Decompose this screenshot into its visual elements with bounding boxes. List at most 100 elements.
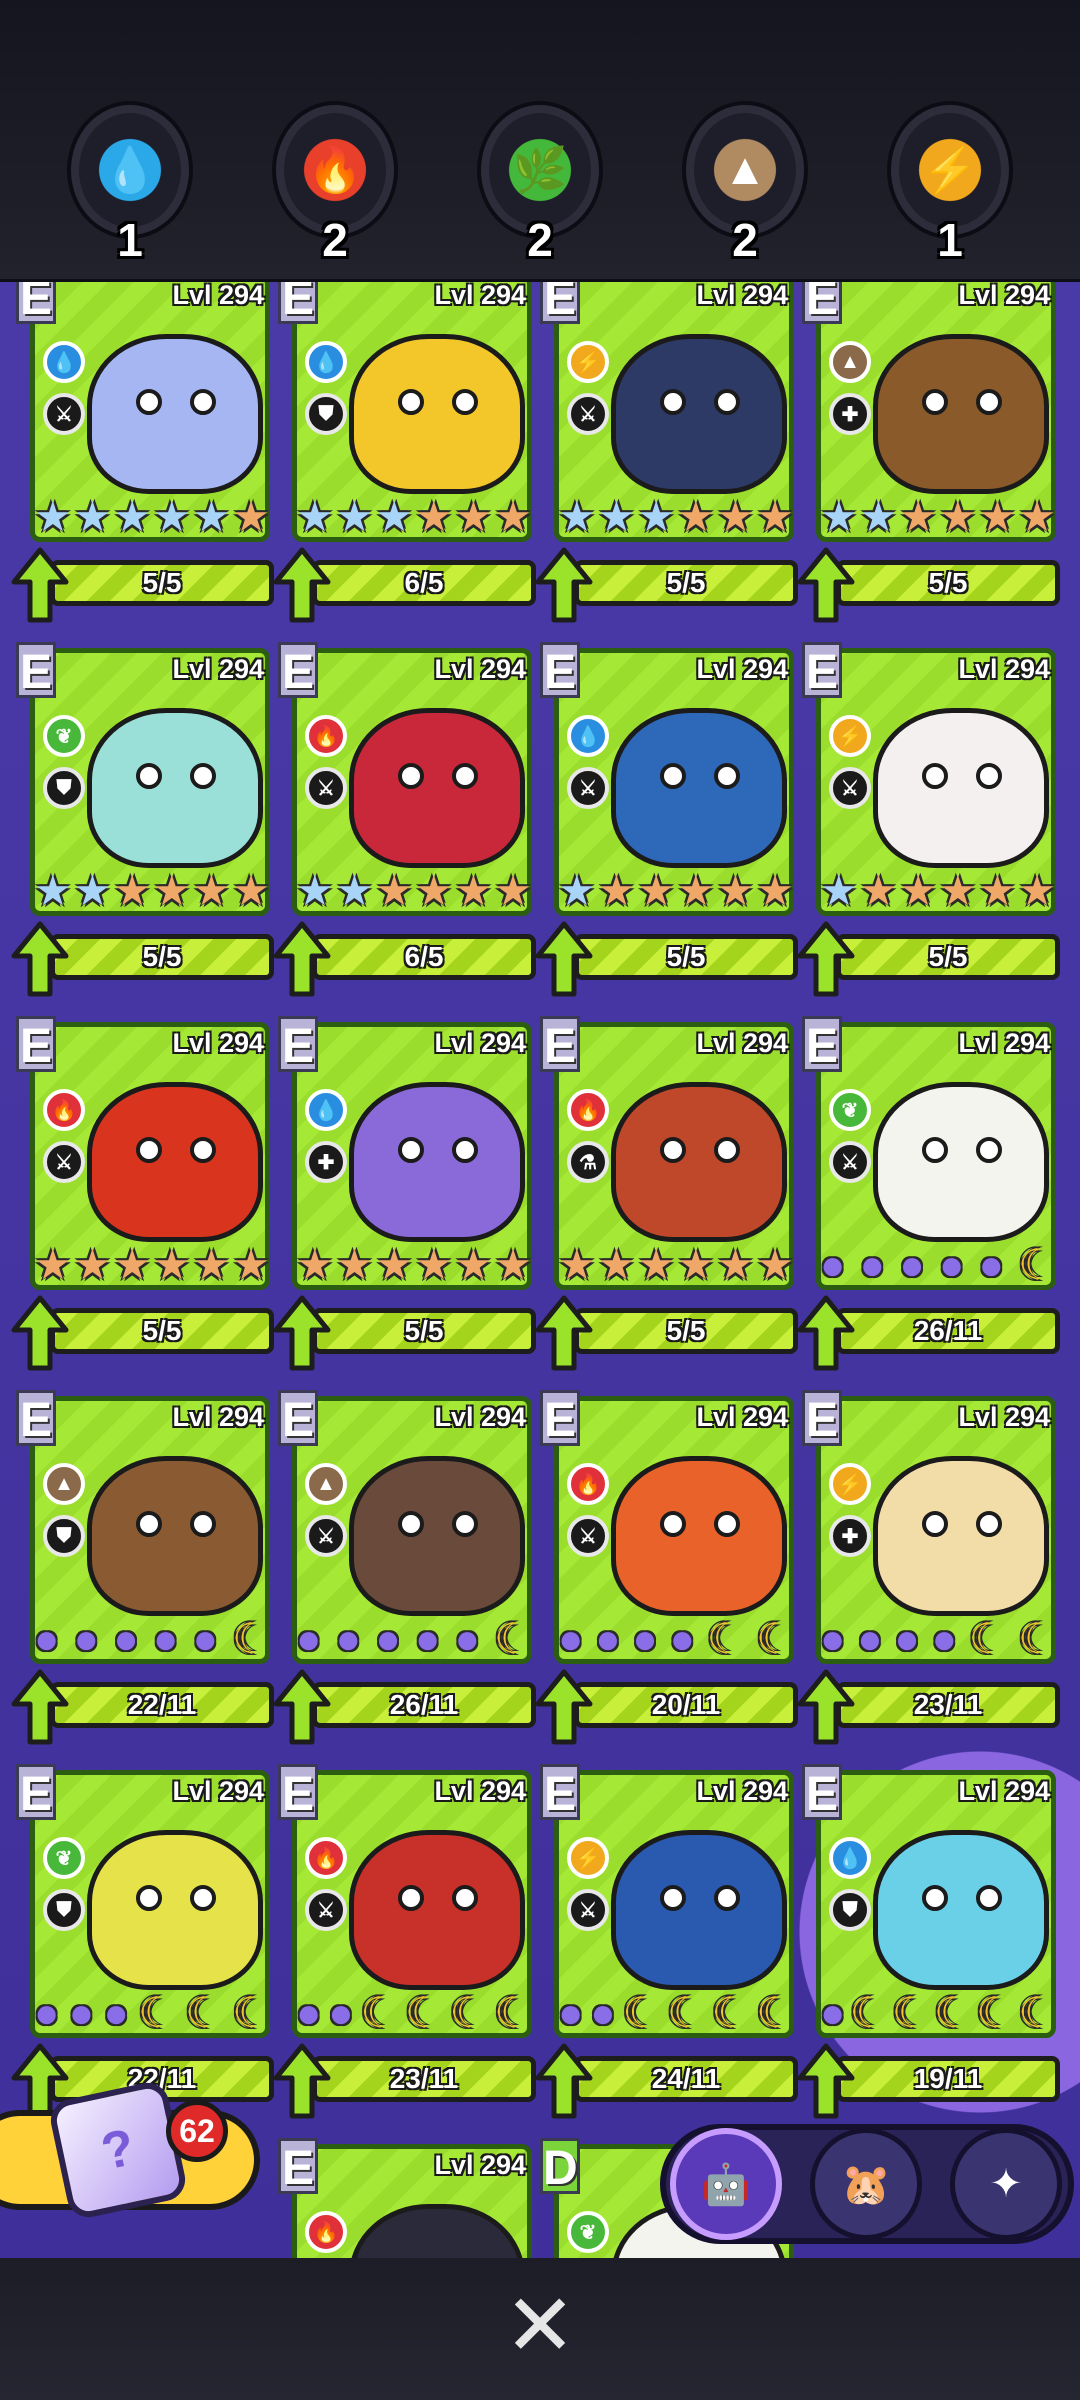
upgrade-arrow-icon[interactable] xyxy=(10,1668,70,1746)
attack-role-icon: ⚔ xyxy=(567,393,609,435)
element-count: 2 xyxy=(527,214,553,266)
rank-badge: E xyxy=(16,1016,56,1073)
upgrade-arrow-icon[interactable] xyxy=(534,2042,594,2120)
creature-card[interactable]: ⚡ ⚔ E Lvl 294 ● ● ☾ ☾ ☾ ☾ 24/11 xyxy=(534,1764,798,2120)
close-button[interactable]: ✕ xyxy=(500,2283,580,2369)
creature-eye xyxy=(136,763,162,789)
star-icon: ★ xyxy=(73,1241,112,1288)
creature-portrait xyxy=(611,708,787,868)
creature-eye xyxy=(922,389,948,415)
upgrade-arrow-icon[interactable] xyxy=(272,1668,332,1746)
upgrade-arrow-icon[interactable] xyxy=(534,1668,594,1746)
star-rating: ● ● ● ☾ ☾ ☾ xyxy=(34,1990,270,2036)
level-label: Lvl 294 xyxy=(434,1402,526,1432)
upgrade-arrow-icon[interactable] xyxy=(10,1294,70,1372)
upgrade-arrow-icon[interactable] xyxy=(272,920,332,998)
rank-badge: E xyxy=(802,642,842,699)
star-icon: ★ xyxy=(34,493,72,540)
upgrade-arrow-icon[interactable] xyxy=(796,546,856,624)
star-icon: ★ xyxy=(938,867,977,914)
creature-card[interactable]: 💧 ⚔ E Lvl 294 ★ ★ ★ ★ ★ ★ 5/5 xyxy=(10,282,274,624)
star-icon: ★ xyxy=(637,1241,675,1288)
creature-card[interactable]: ⚡ ⚔ E Lvl 294 ★ ★ ★ ★ ★ ★ 5/5 xyxy=(796,642,1060,998)
star-icon: ☾ xyxy=(968,1615,1007,1662)
creature-card[interactable]: 🔥 ⚗ E Lvl 294 ★ ★ ★ ★ ★ ★ 5/5 xyxy=(534,1016,798,1372)
creature-eye xyxy=(398,1137,424,1163)
upgrade-arrow-icon[interactable] xyxy=(272,1294,332,1372)
upgrade-arrow-icon[interactable] xyxy=(10,546,70,624)
star-icon: ☾ xyxy=(449,1989,488,2036)
creature-card[interactable]: ▲ ⚔ E Lvl 294 ● ● ● ● ● ☾ 26/11 xyxy=(272,1390,536,1746)
upgrade-arrow-icon[interactable] xyxy=(534,1294,594,1372)
creature-card[interactable]: ⚡ ⚔ E Lvl 294 ★ ★ ★ ★ ★ ★ 5/5 xyxy=(534,282,798,624)
creature-card[interactable]: ❦ ⛊ E Lvl 294 ★ ★ ★ ★ ★ ★ 5/5 xyxy=(10,642,274,998)
attack-role-icon: ⚔ xyxy=(43,1141,85,1183)
star-icon: ☾ xyxy=(849,1989,888,2036)
star-icon: ● xyxy=(857,1615,883,1662)
pet-tab[interactable]: 🐹 xyxy=(810,2128,922,2240)
creature-card[interactable]: 💧 ⛊ E Lvl 294 ★ ★ ★ ★ ★ ★ 6/5 xyxy=(272,282,536,624)
star-icon: ★ xyxy=(192,867,231,914)
level-label: Lvl 294 xyxy=(172,1402,264,1432)
creature-card[interactable]: 🔥 ⚔ E Lvl 294 ★ ★ ★ ★ ★ ★ 5/5 xyxy=(10,1016,274,1372)
rank-badge: E xyxy=(540,1764,580,1821)
element-filter-fire[interactable]: 🔥 2 xyxy=(260,105,410,275)
star-rating: ● ● ● ● ☾ ☾ xyxy=(820,1616,1056,1662)
star-cat-tab[interactable]: ✦ xyxy=(950,2128,1062,2240)
star-icon: ● xyxy=(73,1615,100,1662)
creature-card[interactable]: 💧 ⚔ E Lvl 294 ★ ★ ★ ★ ★ ★ 5/5 xyxy=(534,642,798,998)
star-icon: ★ xyxy=(375,1241,413,1288)
upgrade-arrow-icon[interactable] xyxy=(534,546,594,624)
level-label: Lvl 294 xyxy=(958,282,1050,310)
star-icon: ☾ xyxy=(1018,1241,1056,1288)
star-rating: ★ ★ ★ ★ ★ ★ xyxy=(558,1242,794,1288)
upgrade-arrow-icon[interactable] xyxy=(796,1294,856,1372)
creature-card[interactable]: ⚡ ✚ E Lvl 294 ● ● ● ● ☾ ☾ 23/11 xyxy=(796,1390,1060,1746)
level-label: Lvl 294 xyxy=(434,2150,526,2180)
attack-role-icon: ⚔ xyxy=(829,767,871,809)
creature-card[interactable]: 🔥 E Lvl 294 xyxy=(272,2138,534,2258)
level-label: Lvl 294 xyxy=(172,1776,264,1806)
upgrade-arrow-icon[interactable] xyxy=(796,1668,856,1746)
support-role-icon: ✚ xyxy=(829,1515,871,1557)
upgrade-arrow-icon[interactable] xyxy=(10,920,70,998)
star-icon: ★ xyxy=(637,867,675,914)
creature-card[interactable]: 💧 ⛊ E Lvl 294 ● ☾ ☾ ☾ ☾ ☾ 19/11 xyxy=(796,1764,1060,2120)
star-icon: ★ xyxy=(716,1241,755,1288)
star-icon: ● xyxy=(113,1615,139,1662)
creature-grid[interactable]: 💧 ⚔ E Lvl 294 ★ ★ ★ ★ ★ ★ 5/5 💧 ⛊ E Lvl 294 ★ ★ ★ ★ ★ ★ 6/5 ⚡ ⚔… xyxy=(0,282,1080,2258)
star-icon: ● xyxy=(296,1989,322,2036)
creature-card[interactable]: 🔥 ⚔ E Lvl 294 ● ● ● ● ☾ ☾ 20/11 xyxy=(534,1390,798,1746)
creature-eye xyxy=(976,1511,1002,1537)
mystery-dice-icon[interactable]: ? xyxy=(46,2078,190,2222)
creature-card[interactable]: ▲ ✚ E Lvl 294 ★ ★ ★ ★ ★ ★ 5/5 xyxy=(796,282,1060,624)
element-filter-water[interactable]: 💧 1 xyxy=(55,105,205,275)
rank-badge: E xyxy=(278,282,318,325)
upgrade-arrow-icon[interactable] xyxy=(272,2042,332,2120)
creature-card[interactable]: 💧 ✚ E Lvl 294 ★ ★ ★ ★ ★ ★ 5/5 xyxy=(272,1016,536,1372)
creature-card[interactable]: ❦ ⚔ E Lvl 294 ● ● ● ● ● ☾ 26/11 xyxy=(796,1016,1060,1372)
rank-badge: E xyxy=(278,2138,318,2195)
creature-eye xyxy=(452,1137,478,1163)
creature-card[interactable]: ▲ ⛊ E Lvl 294 ● ● ● ● ● ☾ 22/11 xyxy=(10,1390,274,1746)
upgrade-arrow-icon[interactable] xyxy=(272,546,332,624)
magic-role-icon: ⚗ xyxy=(567,1141,609,1183)
rank-badge: E xyxy=(278,1764,318,1821)
element-filter-electric[interactable]: ⚡ 1 xyxy=(875,105,1025,275)
star-rating: ★ ★ ★ ★ ★ ★ xyxy=(34,868,270,914)
level-label: Lvl 294 xyxy=(958,654,1050,684)
cat-robot-tab[interactable]: 🤖 xyxy=(670,2128,782,2240)
creature-card[interactable]: ❦ ⛊ E Lvl 294 ● ● ● ☾ ☾ ☾ 22/11 xyxy=(10,1764,274,2120)
element-filter-nature[interactable]: 🌿 2 xyxy=(465,105,615,275)
upgrade-arrow-icon[interactable] xyxy=(796,920,856,998)
creature-card[interactable]: 🔥 ⚔ E Lvl 294 ● ● ☾ ☾ ☾ ☾ 23/11 xyxy=(272,1764,536,2120)
creature-portrait xyxy=(611,1830,787,1990)
upgrade-arrow-icon[interactable] xyxy=(534,920,594,998)
defense-role-icon: ⛊ xyxy=(305,393,347,435)
element-filter-earth[interactable]: ▲ 2 xyxy=(670,105,820,275)
star-icon: ★ xyxy=(494,867,532,914)
creature-card[interactable]: 🔥 ⚔ E Lvl 294 ★ ★ ★ ★ ★ ★ 6/5 xyxy=(272,642,536,998)
star-icon: ● xyxy=(328,1989,354,2036)
upgrade-arrow-icon[interactable] xyxy=(796,2042,856,2120)
star-rating: ● ☾ ☾ ☾ ☾ ☾ xyxy=(820,1990,1056,2036)
